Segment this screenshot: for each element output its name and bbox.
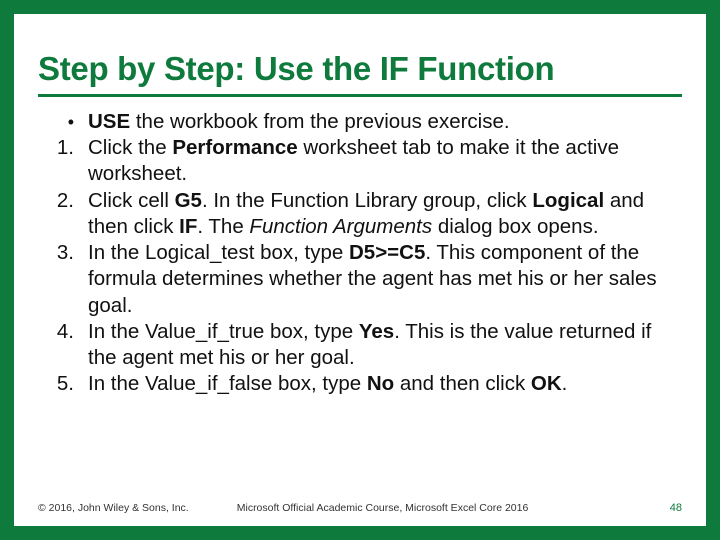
step-row: 2. Click cell G5. In the Function Librar…	[38, 188, 682, 240]
step-row: 1. Click the Performance worksheet tab t…	[38, 135, 682, 187]
footer-course: Microsoft Official Academic Course, Micr…	[237, 502, 670, 514]
step-number: 1.	[40, 135, 88, 187]
step-text: Click the Performance worksheet tab to m…	[88, 135, 682, 187]
step-text: Click cell G5. In the Function Library g…	[88, 188, 682, 240]
step-row: 3. In the Logical_test box, type D5>=C5.…	[38, 240, 682, 319]
step-row: 4. In the Value_if_true box, type Yes. T…	[38, 319, 682, 371]
step-number: 5.	[40, 371, 88, 397]
footer-copyright: © 2016, John Wiley & Sons, Inc.	[38, 502, 237, 514]
bullet-marker: •	[40, 109, 88, 135]
bullet-row: • USE the workbook from the previous exe…	[38, 109, 682, 135]
footer: © 2016, John Wiley & Sons, Inc. Microsof…	[38, 502, 682, 514]
footer-page: 48	[670, 502, 682, 514]
step-number: 3.	[40, 240, 88, 319]
step-text: In the Logical_test box, type D5>=C5. Th…	[88, 240, 682, 319]
slide-title: Step by Step: Use the IF Function	[38, 50, 682, 88]
step-text: In the Value_if_true box, type Yes. This…	[88, 319, 682, 371]
title-rule	[38, 94, 682, 97]
step-number: 4.	[40, 319, 88, 371]
step-row: 5. In the Value_if_false box, type No an…	[38, 371, 682, 397]
content-area: • USE the workbook from the previous exe…	[38, 109, 682, 398]
slide: Step by Step: Use the IF Function • USE …	[14, 14, 706, 526]
step-number: 2.	[40, 188, 88, 240]
step-text: In the Value_if_false box, type No and t…	[88, 371, 682, 397]
bullet-text: USE the workbook from the previous exerc…	[88, 109, 682, 135]
